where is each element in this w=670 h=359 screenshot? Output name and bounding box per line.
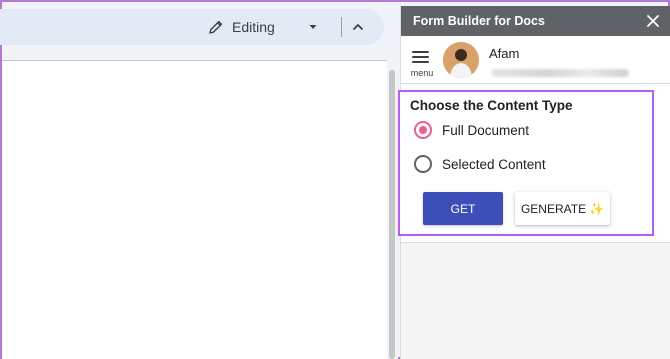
user-bar: menu Afam (401, 36, 670, 84)
option-full-document[interactable]: Full Document (414, 121, 529, 139)
content-type-heading: Choose the Content Type (410, 98, 573, 113)
sidebar-empty-area (401, 242, 670, 359)
hamburger-icon-bar (412, 56, 429, 58)
hamburger-icon (412, 51, 429, 53)
menu-button[interactable]: menu (409, 48, 433, 78)
document-canvas[interactable] (2, 60, 387, 359)
toolbar-divider (341, 17, 342, 37)
option-full-document-label: Full Document (442, 122, 530, 138)
docs-toolbar: Editing (0, 2, 398, 50)
editing-mode-button[interactable]: Editing (208, 15, 275, 39)
avatar (443, 42, 479, 78)
sparkle-icon: ✨ (589, 201, 605, 216)
content-type-panel: Choose the Content Type Full Document Se… (398, 90, 654, 236)
user-name: Afam (489, 46, 520, 61)
option-selected-content-label: Selected Content (442, 156, 546, 172)
get-button[interactable]: GET (423, 192, 503, 225)
option-selected-content[interactable]: Selected Content (414, 155, 546, 173)
generate-button-label: GENERATE (520, 201, 587, 216)
editing-mode-label: Editing (232, 19, 275, 35)
scrollbar-thumb[interactable] (389, 70, 395, 359)
collapse-menus-button[interactable] (348, 17, 368, 37)
user-email-redacted (491, 69, 629, 77)
avatar-image (443, 42, 479, 78)
menu-label: menu (410, 68, 434, 78)
close-icon[interactable] (645, 13, 661, 29)
sidebar-title: Form Builder for Docs (413, 14, 545, 28)
caret-down-icon[interactable] (308, 22, 318, 32)
radio-selected-dot (419, 126, 427, 134)
hamburger-icon-bar (412, 61, 429, 63)
sidebar-header: Form Builder for Docs (401, 6, 670, 36)
radio-selected-content[interactable] (414, 155, 432, 173)
toolbar-pill (0, 9, 384, 45)
chevron-up-icon (353, 24, 363, 30)
addon-sidebar: Form Builder for Docs menu Afam Choose t… (398, 6, 670, 359)
pencil-icon (209, 20, 223, 34)
radio-full-document[interactable] (414, 121, 432, 139)
generate-button[interactable]: GENERATE ✨ (515, 192, 610, 225)
